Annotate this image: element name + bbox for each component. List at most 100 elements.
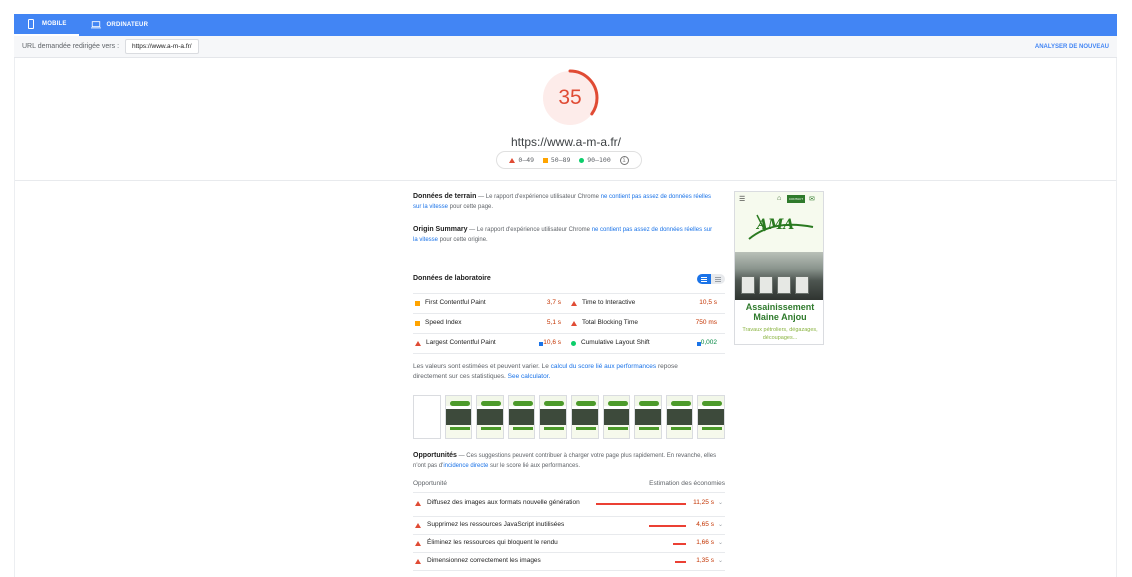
savings-value: 11,25 s <box>693 499 714 507</box>
frame-thumbnail-part <box>639 401 660 406</box>
truck-image <box>741 276 755 294</box>
metric-cell: Time to Interactive 10,5 s <box>569 294 725 313</box>
filmstrip-frame <box>634 395 662 439</box>
opportunities-list: Diffusez des images aux formats nouvelle… <box>413 491 725 571</box>
savings-value: 1,66 s <box>696 539 714 547</box>
chevron-down-icon[interactable]: ⌄ <box>718 499 723 508</box>
opportunity-row[interactable]: Supprimez les ressources JavaScript inut… <box>413 517 725 535</box>
see-calculator-link[interactable]: See calculator. <box>508 373 551 380</box>
filmstrip-frame <box>570 395 599 439</box>
fail-triangle-icon <box>415 341 421 346</box>
savings-column-header: Estimation des économies <box>649 480 725 487</box>
page-screenshot-preview: ☰ ⌂ CONTACT ✉ AMA Assainissement Maine A… <box>734 191 824 345</box>
lab-data-header: Données de laboratoire <box>413 272 725 286</box>
frame-thumbnail-part <box>540 409 566 425</box>
legend-good-label: 90–100 <box>587 156 611 164</box>
metric-cell: Speed Index 5,1 s <box>413 314 569 333</box>
average-square-icon <box>415 301 420 306</box>
frame-thumbnail-part <box>481 427 502 430</box>
opportunity-label: Dimensionnez correctement les images <box>427 557 541 565</box>
chevron-down-icon[interactable]: ⌄ <box>718 539 723 548</box>
average-square-icon <box>415 321 420 326</box>
metric-name: First Contentful Paint <box>425 299 486 307</box>
preview-tagline: Travaux pétroliers, dégazages, découpage… <box>742 327 818 341</box>
opportunities-title: Opportunités <box>413 452 457 459</box>
filmstrip-frame <box>444 395 473 439</box>
preview-contact-button: CONTACT <box>787 195 805 203</box>
filmstrip-frame <box>507 395 536 439</box>
frame-thumbnail-part <box>477 409 503 425</box>
analyzed-url: https://www.a-m-a.fr/ <box>510 135 622 149</box>
metric-name: Time to Interactive <box>582 299 636 307</box>
opportunity-row[interactable]: Diffusez des images aux formats nouvelle… <box>413 491 725 517</box>
pass-circle-icon <box>579 157 585 163</box>
frame-thumbnail-part <box>670 427 691 430</box>
frame-thumbnail-part <box>512 427 533 430</box>
metric-name: Total Blocking Time <box>582 319 638 327</box>
savings-value: 4,65 s <box>696 521 714 529</box>
redirect-url[interactable]: https://www.a-m-a.fr/ <box>125 39 199 54</box>
opportunity-label: Diffusez des images aux formats nouvelle… <box>427 499 580 507</box>
tab-mobile[interactable]: MOBILE <box>14 14 79 36</box>
score-calculation-link[interactable]: calcul du score lié aux performances <box>551 363 657 370</box>
filmstrip-frame <box>413 395 441 439</box>
metric-value: 0,002 <box>700 339 717 347</box>
frame-thumbnail-part <box>575 401 596 406</box>
analyze-again-button[interactable]: ANALYSER DE NOUVEAU <box>1035 44 1109 50</box>
tab-ordinateur[interactable]: ORDINATEUR <box>79 14 161 36</box>
opportunity-label: Supprimez les ressources JavaScript inut… <box>427 521 565 529</box>
chevron-down-icon[interactable]: ⌄ <box>718 557 723 566</box>
frame-thumbnail-part <box>571 409 598 425</box>
filmstrip-frame <box>476 395 504 439</box>
lab-metrics-table: First Contentful Paint 3,7 s Time to Inter… <box>413 293 725 354</box>
tab-ordinateur-label: ORDINATEUR <box>106 22 149 28</box>
direct-impact-link[interactable]: incidence directe <box>443 463 488 469</box>
compact-view-icon[interactable] <box>697 274 711 284</box>
filmstrip-frame <box>539 395 567 439</box>
info-icon[interactable]: i <box>619 155 629 165</box>
estimation-note: Les valeurs sont estimées et peuvent var… <box>413 362 703 382</box>
origin-summary-text: — Le rapport d'expérience utilisateur Ch… <box>467 227 592 233</box>
origin-summary-section: Origin Summary — Le rapport d'expérience… <box>413 225 713 245</box>
metric-name: Speed Index <box>425 319 462 327</box>
frame-thumbnail-part <box>603 409 630 425</box>
trucks-photo <box>735 252 823 300</box>
metrics-view-toggle[interactable] <box>697 274 725 284</box>
phone-icon <box>28 19 34 29</box>
metric-value: 3,7 s <box>546 299 561 307</box>
savings-bar <box>675 560 686 563</box>
field-data-text-end: pour cette page. <box>448 203 494 210</box>
score-legend: 0–49 50–89 90–100 i <box>496 151 642 169</box>
savings-bar <box>595 502 686 505</box>
legend-bad: 0–49 <box>509 156 534 164</box>
fail-triangle-icon <box>415 541 421 546</box>
pass-circle-icon <box>571 341 576 346</box>
savings-bar-area <box>587 502 686 505</box>
performance-score: 35 <box>558 86 582 109</box>
opportunities-text-end: sur le score lié aux performances. <box>488 462 581 469</box>
chevron-down-icon[interactable]: ⌄ <box>718 521 723 530</box>
truck-image <box>795 276 809 294</box>
filmstrip-frame <box>665 395 694 439</box>
savings-bar-area <box>587 524 686 527</box>
frame-thumbnail-part <box>607 401 628 406</box>
opportunity-row[interactable]: Éliminez les ressources qui bloquent le … <box>413 535 725 553</box>
fail-triangle-icon <box>415 523 421 528</box>
savings-bar <box>672 542 686 545</box>
opportunity-row[interactable]: Dimensionnez correctement les images 1,35… <box>413 553 725 571</box>
metric-value: 750 ms <box>695 319 717 327</box>
metric-name: Cumulative Layout Shift <box>581 339 650 347</box>
expanded-view-icon[interactable] <box>711 274 725 284</box>
frame-thumbnail-part <box>575 427 596 430</box>
section-divider <box>15 180 1116 181</box>
frame-thumbnail-part <box>702 427 723 430</box>
truck-image <box>777 276 791 294</box>
fail-triangle-icon <box>415 501 421 506</box>
ama-logo: AMA <box>757 217 795 233</box>
opportunity-label: Éliminez les ressources qui bloquent le … <box>427 539 558 547</box>
lab-data-title: Données de laboratoire <box>413 274 491 282</box>
frame-thumbnail-part <box>544 427 565 430</box>
frame-thumbnail-part <box>544 401 565 406</box>
device-tabs-bar: MOBILE ORDINATEUR <box>14 14 1117 36</box>
frame-thumbnail-part <box>481 401 502 406</box>
